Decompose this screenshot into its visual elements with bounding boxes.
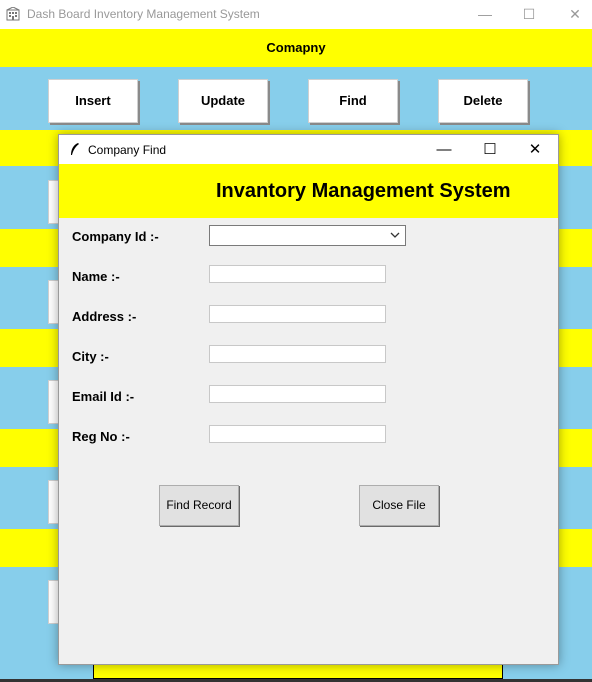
address-input[interactable] [209,305,386,323]
delete-button[interactable]: Delete [438,79,528,123]
dialog-title: Company Find [88,143,167,157]
chevron-down-icon [390,232,400,238]
main-window-title: Dash Board Inventory Management System [27,7,260,21]
close-icon[interactable]: ✕ [512,135,558,164]
reg-no-label: Reg No :- [72,429,130,444]
minimize-icon[interactable]: — [462,0,508,29]
company-find-dialog: Company Find — ☐ ✕ Invantory Management … [58,134,559,665]
minimize-icon[interactable]: — [421,135,467,164]
insert-button[interactable]: Insert [48,79,138,123]
city-label: City :- [72,349,109,364]
email-label: Email Id :- [72,389,135,404]
feather-icon [71,143,79,155]
close-icon[interactable]: ✕ [552,0,592,29]
dialog-titlebar: Company Find — ☐ ✕ [59,135,558,164]
city-input[interactable] [209,345,386,363]
name-input[interactable] [209,265,386,283]
maximize-icon[interactable]: ☐ [467,135,513,164]
dialog-header: Invantory Management System [59,164,558,218]
main-titlebar: Dash Board Inventory Management System —… [0,0,592,29]
update-button[interactable]: Update [178,79,268,123]
company-banner: Comapny [0,29,592,67]
reg-no-input[interactable] [209,425,386,443]
company-label: Comapny [266,40,326,55]
address-label: Address :- [72,309,137,324]
company-id-select[interactable] [209,225,406,246]
name-label: Name :- [72,269,120,284]
building-icon [6,7,20,21]
email-input[interactable] [209,385,386,403]
bottom-bar [93,664,503,679]
page-title: Invantory Management System [216,180,511,202]
close-file-button[interactable]: Close File [359,485,439,526]
find-button[interactable]: Find [308,79,398,123]
maximize-icon[interactable]: ☐ [506,0,552,29]
company-id-label: Company Id :- [72,229,159,244]
find-record-button[interactable]: Find Record [159,485,239,526]
